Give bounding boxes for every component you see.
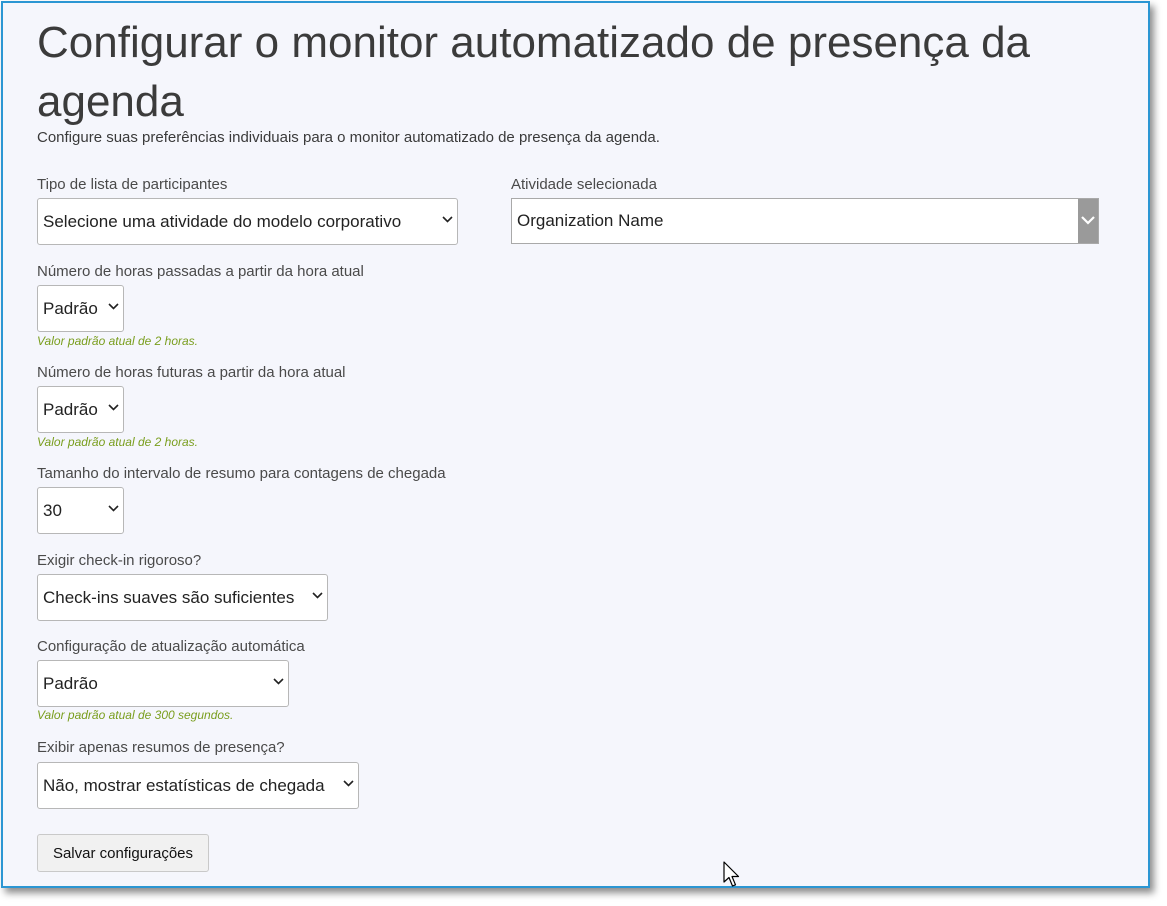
auto-refresh-select[interactable]: Padrão [37, 660, 289, 707]
selected-activity-select[interactable]: Organization Name [511, 198, 1099, 244]
summaries-only-label: Exibir apenas resumos de presença? [37, 739, 285, 756]
chevron-down-icon [442, 216, 453, 225]
hours-future-value: Padrão [43, 400, 98, 419]
auto-refresh-value: Padrão [43, 674, 98, 693]
auto-refresh-hint: Valor padrão atual de 300 segundos. [37, 708, 234, 722]
chevron-down-icon [273, 678, 284, 687]
page-subtitle: Configure suas preferências individuais … [37, 129, 660, 146]
hours-past-label: Número de horas passadas a partir da hor… [37, 263, 364, 280]
summary-interval-label: Tamanho do intervalo de resumo para cont… [37, 465, 446, 482]
hours-past-hint: Valor padrão atual de 2 horas. [37, 334, 198, 348]
selected-activity-label: Atividade selecionada [511, 176, 657, 193]
summaries-only-select[interactable]: Não, mostrar estatísticas de chegada [37, 762, 359, 809]
strict-checkin-value: Check-ins suaves são suficientes [43, 588, 295, 607]
chevron-down-icon [1078, 199, 1098, 243]
hours-future-hint: Valor padrão atual de 2 horas. [37, 435, 198, 449]
hours-past-value: Padrão [43, 299, 98, 318]
save-settings-button[interactable]: Salvar configurações [37, 834, 209, 872]
hours-future-select[interactable]: Padrão [37, 386, 124, 433]
attendee-list-type-value: Selecione uma atividade do modelo corpor… [43, 212, 402, 231]
hours-future-label: Número de horas futuras a partir da hora… [37, 364, 346, 381]
chevron-down-icon [108, 404, 119, 413]
summaries-only-value: Não, mostrar estatísticas de chegada [43, 776, 325, 795]
chevron-down-icon [343, 780, 354, 789]
attendee-list-type-label: Tipo de lista de participantes [37, 176, 228, 193]
summary-interval-select[interactable]: 30 [37, 487, 124, 534]
chevron-down-icon [312, 592, 323, 601]
chevron-down-icon [108, 505, 119, 514]
attendee-list-type-select[interactable]: Selecione uma atividade do modelo corpor… [37, 198, 458, 245]
summary-interval-value: 30 [43, 501, 62, 520]
hours-past-select[interactable]: Padrão [37, 285, 124, 332]
auto-refresh-label: Configuração de atualização automática [37, 638, 305, 655]
strict-checkin-label: Exigir check-in rigoroso? [37, 552, 202, 569]
chevron-down-icon [108, 303, 119, 312]
app-window: Configurar o monitor automatizado de pre… [1, 1, 1150, 888]
strict-checkin-select[interactable]: Check-ins suaves são suficientes [37, 574, 328, 621]
selected-activity-value: Organization Name [517, 211, 664, 230]
mouse-cursor-icon [722, 860, 742, 895]
page-title: Configurar o monitor automatizado de pre… [37, 18, 1031, 126]
